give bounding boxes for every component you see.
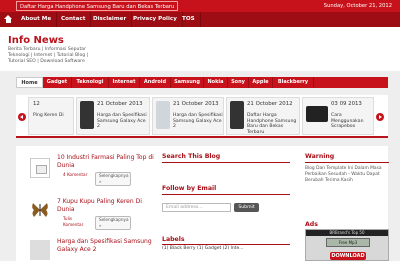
cat-teknologi[interactable]: Teknologi [72, 77, 109, 88]
nav-about-me[interactable]: About Me [16, 12, 58, 27]
warning-text: Blog Dan Template Ini Dalam Masa Perbaik… [305, 166, 382, 183]
slide-date: 21 October 2013 [173, 101, 219, 107]
nav-tos[interactable]: TOS [177, 12, 201, 27]
post-title[interactable]: 7 Kupu Kupu Paling Keren Di Dunia [57, 198, 157, 214]
phone-thumbnail [230, 101, 244, 129]
screenshot-thumbnail [306, 106, 328, 122]
phone-thumbnail [156, 101, 170, 129]
section-divider [305, 162, 389, 163]
read-more-button[interactable]: Selengkapnya » [95, 172, 131, 186]
post-title[interactable]: Harga dan Spesifikasi Samsung Galaxy Ace… [57, 238, 157, 254]
labels-list[interactable]: (1) Black Berry (1) Gadget (2) Inte... [162, 246, 290, 251]
slider-prev-arrow[interactable] [18, 113, 26, 121]
top-bar: Daftar Harga Handphone Samsung Baru dan … [0, 0, 400, 12]
site-title[interactable]: Info News [8, 35, 64, 46]
cat-sony[interactable]: Sony [228, 77, 249, 88]
nav-privacy-policy[interactable]: Privacy Policy [128, 12, 183, 27]
download-button[interactable]: DOWNLOAD [330, 252, 366, 260]
cat-samsung[interactable]: Samsung [171, 77, 204, 88]
slide-title: Harga dan Spesifikasi Samsung Galaxy Ace… [97, 113, 147, 130]
cat-blackberry[interactable]: Blackberry [273, 77, 314, 88]
section-divider [162, 244, 290, 245]
slide-date: 21 October 2012 [247, 101, 293, 107]
slide-4[interactable]: 21 October 2012 Daftar Harga Handphone S… [226, 97, 300, 135]
slide-1[interactable]: 12 Ping Keren Di [28, 97, 74, 135]
slide-title: Daftar Harga Handphone Samsung Baru dan … [247, 113, 297, 135]
phone-thumbnail [80, 101, 94, 129]
home-icon[interactable] [4, 15, 13, 24]
slide-5[interactable]: 03 09 2013 Cara Menggunakan Scrapebox [302, 97, 374, 135]
post-thumbnail[interactable] [30, 158, 50, 178]
comment-count[interactable]: Tulis Komentar [57, 216, 90, 228]
cat-internet[interactable]: Internet [109, 77, 140, 88]
slide-2[interactable]: 21 October 2013 Harga dan Spesifikasi Sa… [76, 97, 150, 135]
nav-disclaimer[interactable]: Disclaimer [88, 12, 133, 27]
ad-banner[interactable]: BRBrand's Top 50 Free Mp3 DOWNLOAD [305, 229, 389, 261]
section-divider [162, 162, 290, 163]
cat-android[interactable]: Android [140, 77, 171, 88]
labels-title: Labels [162, 236, 185, 243]
comment-count[interactable]: 4 Komentar [57, 172, 90, 178]
email-field[interactable]: Email address... [162, 203, 231, 212]
read-more-button[interactable]: Selengkapnya » [95, 216, 131, 230]
slider-next-arrow[interactable] [376, 113, 384, 121]
ads-title: Ads [305, 221, 318, 228]
cat-apple[interactable]: Apple [249, 77, 273, 88]
nav-contact[interactable]: Contact [56, 12, 92, 27]
section-divider [162, 194, 290, 195]
current-date: Sunday, October 21, 2012 [323, 3, 392, 9]
slide-date: 21 October 2013 [97, 101, 143, 107]
slide-title: Cara Menggunakan Scrapebox [331, 113, 364, 130]
cat-home[interactable]: Home [16, 77, 43, 88]
submit-button[interactable]: Submit [234, 203, 259, 212]
ad-title-bar: BRBrand's Top 50 [306, 230, 388, 236]
cat-nokia[interactable]: Nokia [204, 77, 228, 88]
phone-thumbnail[interactable] [30, 240, 50, 260]
cat-gadget[interactable]: Gadget [43, 77, 72, 88]
category-bar: Home Gadget Teknologi Internet Android S… [16, 77, 388, 88]
site-description: Berita Terbaru | Informasi Seputar Tekno… [8, 47, 89, 64]
email-placeholder: Email address... [166, 205, 203, 210]
warning-title: Warning [305, 153, 335, 160]
search-title: Search This Blog [162, 153, 221, 160]
slide-date: 12 [33, 101, 40, 107]
slide-date: 03 09 2013 [331, 101, 362, 107]
news-ticker[interactable]: Daftar Harga Handphone Samsung Baru dan … [16, 1, 179, 11]
main-nav: About Me Contact Disclaimer Privacy Poli… [0, 12, 400, 27]
follow-title: Follow by Email [162, 185, 217, 192]
slide-3[interactable]: 21 October 2013 Harga dan Spesifikasi Sa… [152, 97, 224, 135]
slide-title: Harga dan Spesifikasi Samsung Galaxy Ace… [173, 113, 223, 130]
slide-title: Ping Keren Di [33, 113, 64, 118]
post-title[interactable]: 10 Industri Farmasi Paling Top di Dunia [57, 154, 157, 170]
ad-screen: Free Mp3 [326, 238, 370, 247]
butterfly-thumbnail[interactable] [30, 200, 50, 220]
